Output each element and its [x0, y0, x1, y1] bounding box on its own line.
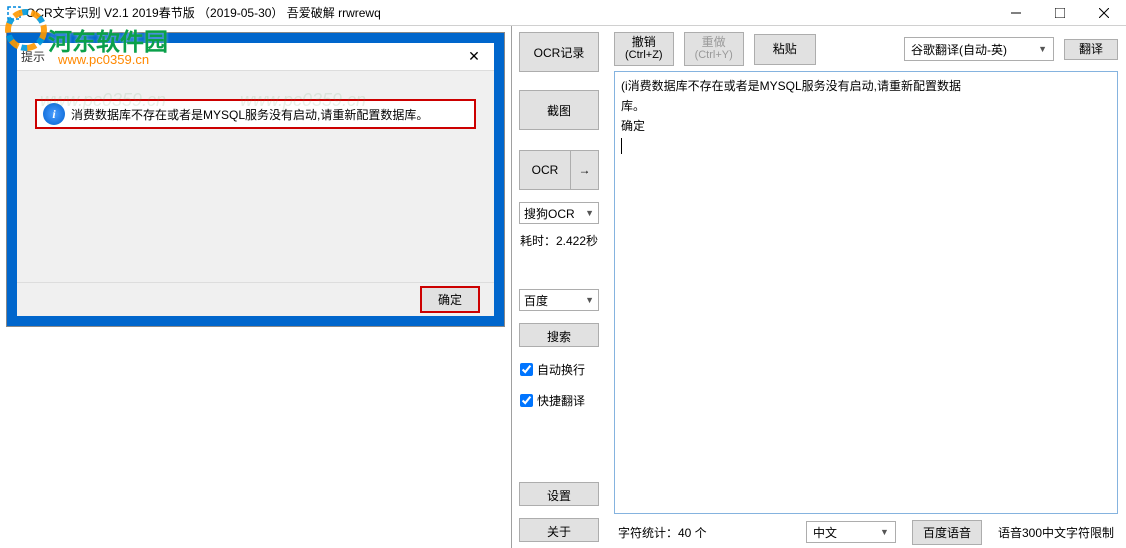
screenshot-button[interactable]: 截图: [519, 90, 599, 130]
auto-wrap-input[interactable]: [520, 363, 533, 376]
language-value: 中文: [813, 524, 837, 541]
app-icon: [6, 5, 22, 21]
ocr-arrow-button[interactable]: →: [571, 150, 599, 190]
dialog-footer: 确定: [17, 282, 494, 316]
quick-translate-label: 快捷翻译: [537, 392, 585, 409]
auto-wrap-checkbox[interactable]: 自动换行: [512, 361, 585, 378]
settings-button[interactable]: 设置: [519, 482, 599, 506]
translate-engine-value: 谷歌翻译(自动-英): [911, 41, 1007, 58]
output-text: (i消费数据库不存在或者是MYSQL服务没有启动,请重新配置数据 库。 确定: [621, 79, 961, 133]
minimize-button[interactable]: [994, 0, 1038, 25]
quick-translate-input[interactable]: [520, 394, 533, 407]
dialog-titlebar: 提示 ✕: [17, 43, 494, 71]
language-select[interactable]: 中文 ▼: [806, 521, 896, 543]
char-count: 字符统计：40 个: [618, 524, 707, 541]
maximize-icon: [1055, 8, 1065, 18]
chevron-down-icon: ▼: [585, 295, 594, 305]
timing-label: 耗时：2.422秒: [512, 232, 598, 249]
ocr-record-button[interactable]: OCR记录: [519, 32, 599, 72]
ocr-button[interactable]: OCR: [519, 150, 571, 190]
output-panel: 撤销 (Ctrl+Z) 重做 (Ctrl+Y) 粘贴 谷歌翻译(自动-英) ▼ …: [606, 26, 1126, 548]
search-engine-select[interactable]: 百度 ▼: [519, 289, 599, 311]
quick-translate-checkbox[interactable]: 快捷翻译: [512, 392, 585, 409]
dialog-message: 消费数据库不存在或者是MYSQL服务没有启动,请重新配置数据库。: [71, 106, 428, 123]
chevron-down-icon: ▼: [585, 208, 594, 218]
window-titlebar: OCR文字识别 V2.1 2019春节版 （2019-05-30） 吾爱破解 r…: [0, 0, 1126, 26]
dialog-ok-button[interactable]: 确定: [420, 286, 480, 313]
capture-panel: 提示 ✕ i 消费数据库不存在或者是MYSQL服务没有启动,请重新配置数据库。 …: [0, 26, 512, 548]
redo-shortcut: (Ctrl+Y): [695, 49, 733, 62]
output-textarea[interactable]: (i消费数据库不存在或者是MYSQL服务没有启动,请重新配置数据 库。 确定: [614, 71, 1118, 514]
search-button[interactable]: 搜索: [519, 323, 599, 347]
paste-button[interactable]: 粘贴: [754, 34, 816, 65]
dialog-title: 提示: [17, 48, 45, 65]
undo-button[interactable]: 撤销 (Ctrl+Z): [614, 32, 674, 66]
undo-shortcut: (Ctrl+Z): [625, 49, 663, 62]
search-engine-value: 百度: [524, 292, 548, 309]
maximize-button[interactable]: [1038, 0, 1082, 25]
redo-label: 重做: [695, 36, 733, 49]
chevron-down-icon: ▼: [1038, 44, 1047, 54]
middle-toolbar: OCR记录 截图 OCR → 搜狗OCR ▼ 耗时：2.422秒 百度 ▼ 搜索…: [512, 26, 606, 548]
ocr-engine-select[interactable]: 搜狗OCR ▼: [519, 202, 599, 224]
redo-button[interactable]: 重做 (Ctrl+Y): [684, 32, 744, 66]
voice-button[interactable]: 百度语音: [912, 520, 982, 545]
auto-wrap-label: 自动换行: [537, 361, 585, 378]
close-button[interactable]: [1082, 0, 1126, 25]
close-icon: [1099, 8, 1109, 18]
text-cursor: [621, 138, 622, 154]
dialog-body: i 消费数据库不存在或者是MYSQL服务没有启动,请重新配置数据库。: [17, 71, 494, 282]
ocr-engine-value: 搜狗OCR: [524, 205, 575, 222]
dialog-close-button[interactable]: ✕: [454, 43, 494, 70]
undo-label: 撤销: [625, 36, 663, 49]
capture-image-area: 提示 ✕ i 消费数据库不存在或者是MYSQL服务没有启动,请重新配置数据库。 …: [6, 32, 505, 327]
voice-limit-label: 语音300中文字符限制: [998, 524, 1114, 541]
minimize-icon: [1011, 8, 1021, 18]
captured-dialog: 提示 ✕ i 消费数据库不存在或者是MYSQL服务没有启动,请重新配置数据库。 …: [17, 43, 494, 316]
status-bar: 字符统计：40 个 中文 ▼ 百度语音 语音300中文字符限制: [614, 514, 1118, 544]
about-button[interactable]: 关于: [519, 518, 599, 542]
window-title: OCR文字识别 V2.1 2019春节版 （2019-05-30） 吾爱破解 r…: [26, 4, 994, 21]
top-toolbar: 撤销 (Ctrl+Z) 重做 (Ctrl+Y) 粘贴 谷歌翻译(自动-英) ▼ …: [614, 31, 1118, 67]
translate-button[interactable]: 翻译: [1064, 39, 1118, 60]
info-icon: i: [43, 103, 65, 125]
dialog-message-row: i 消费数据库不存在或者是MYSQL服务没有启动,请重新配置数据库。: [35, 99, 476, 129]
chevron-down-icon: ▼: [880, 527, 889, 537]
translate-engine-select[interactable]: 谷歌翻译(自动-英) ▼: [904, 37, 1054, 61]
